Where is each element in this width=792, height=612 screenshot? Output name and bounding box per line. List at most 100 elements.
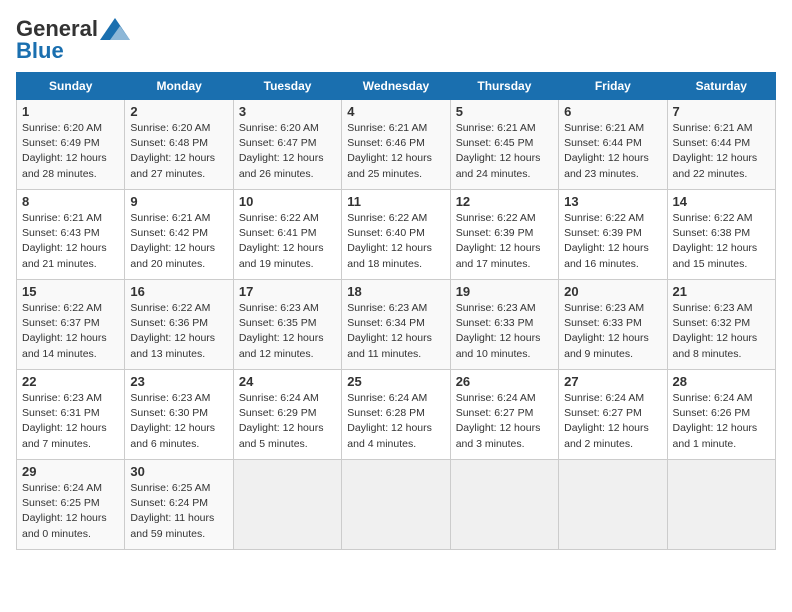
day-number: 22	[22, 374, 119, 389]
day-number: 24	[239, 374, 336, 389]
calendar-cell: 13 Sunrise: 6:22 AM Sunset: 6:39 PM Dayl…	[559, 190, 667, 280]
calendar-cell: 24 Sunrise: 6:24 AM Sunset: 6:29 PM Dayl…	[233, 370, 341, 460]
day-number: 26	[456, 374, 553, 389]
day-info: Sunrise: 6:24 AM Sunset: 6:27 PM Dayligh…	[456, 391, 553, 452]
calendar-week-4: 29 Sunrise: 6:24 AM Sunset: 6:25 PM Dayl…	[17, 460, 776, 550]
day-number: 25	[347, 374, 444, 389]
day-number: 5	[456, 104, 553, 119]
day-info: Sunrise: 6:22 AM Sunset: 6:41 PM Dayligh…	[239, 211, 336, 272]
calendar-cell: 4 Sunrise: 6:21 AM Sunset: 6:46 PM Dayli…	[342, 100, 450, 190]
day-number: 15	[22, 284, 119, 299]
calendar-cell	[667, 460, 775, 550]
day-number: 29	[22, 464, 119, 479]
calendar-table: SundayMondayTuesdayWednesdayThursdayFrid…	[16, 72, 776, 550]
calendar-week-1: 8 Sunrise: 6:21 AM Sunset: 6:43 PM Dayli…	[17, 190, 776, 280]
day-number: 2	[130, 104, 227, 119]
day-info: Sunrise: 6:21 AM Sunset: 6:46 PM Dayligh…	[347, 121, 444, 182]
day-number: 3	[239, 104, 336, 119]
day-info: Sunrise: 6:22 AM Sunset: 6:39 PM Dayligh…	[456, 211, 553, 272]
calendar-cell: 26 Sunrise: 6:24 AM Sunset: 6:27 PM Dayl…	[450, 370, 558, 460]
day-info: Sunrise: 6:23 AM Sunset: 6:30 PM Dayligh…	[130, 391, 227, 452]
calendar-cell: 11 Sunrise: 6:22 AM Sunset: 6:40 PM Dayl…	[342, 190, 450, 280]
day-number: 11	[347, 194, 444, 209]
day-info: Sunrise: 6:21 AM Sunset: 6:44 PM Dayligh…	[673, 121, 770, 182]
calendar-cell: 27 Sunrise: 6:24 AM Sunset: 6:27 PM Dayl…	[559, 370, 667, 460]
calendar-cell: 5 Sunrise: 6:21 AM Sunset: 6:45 PM Dayli…	[450, 100, 558, 190]
calendar-cell: 22 Sunrise: 6:23 AM Sunset: 6:31 PM Dayl…	[17, 370, 125, 460]
calendar-cell	[342, 460, 450, 550]
day-info: Sunrise: 6:24 AM Sunset: 6:26 PM Dayligh…	[673, 391, 770, 452]
day-info: Sunrise: 6:21 AM Sunset: 6:42 PM Dayligh…	[130, 211, 227, 272]
header-saturday: Saturday	[667, 73, 775, 100]
logo: General Blue	[16, 16, 130, 64]
logo-blue: Blue	[16, 38, 64, 64]
calendar-cell: 6 Sunrise: 6:21 AM Sunset: 6:44 PM Dayli…	[559, 100, 667, 190]
logo-icon	[100, 18, 130, 40]
calendar-cell: 3 Sunrise: 6:20 AM Sunset: 6:47 PM Dayli…	[233, 100, 341, 190]
header-wednesday: Wednesday	[342, 73, 450, 100]
day-number: 23	[130, 374, 227, 389]
calendar-cell: 16 Sunrise: 6:22 AM Sunset: 6:36 PM Dayl…	[125, 280, 233, 370]
calendar-week-2: 15 Sunrise: 6:22 AM Sunset: 6:37 PM Dayl…	[17, 280, 776, 370]
day-number: 28	[673, 374, 770, 389]
day-info: Sunrise: 6:22 AM Sunset: 6:40 PM Dayligh…	[347, 211, 444, 272]
calendar-cell	[450, 460, 558, 550]
header-friday: Friday	[559, 73, 667, 100]
day-number: 10	[239, 194, 336, 209]
day-info: Sunrise: 6:25 AM Sunset: 6:24 PM Dayligh…	[130, 481, 227, 542]
day-info: Sunrise: 6:24 AM Sunset: 6:29 PM Dayligh…	[239, 391, 336, 452]
day-info: Sunrise: 6:23 AM Sunset: 6:34 PM Dayligh…	[347, 301, 444, 362]
calendar-cell: 8 Sunrise: 6:21 AM Sunset: 6:43 PM Dayli…	[17, 190, 125, 280]
calendar-cell: 7 Sunrise: 6:21 AM Sunset: 6:44 PM Dayli…	[667, 100, 775, 190]
day-number: 9	[130, 194, 227, 209]
calendar-cell: 20 Sunrise: 6:23 AM Sunset: 6:33 PM Dayl…	[559, 280, 667, 370]
day-info: Sunrise: 6:21 AM Sunset: 6:44 PM Dayligh…	[564, 121, 661, 182]
header-sunday: Sunday	[17, 73, 125, 100]
calendar-cell: 9 Sunrise: 6:21 AM Sunset: 6:42 PM Dayli…	[125, 190, 233, 280]
day-info: Sunrise: 6:22 AM Sunset: 6:37 PM Dayligh…	[22, 301, 119, 362]
calendar-cell: 23 Sunrise: 6:23 AM Sunset: 6:30 PM Dayl…	[125, 370, 233, 460]
day-number: 20	[564, 284, 661, 299]
calendar-cell: 12 Sunrise: 6:22 AM Sunset: 6:39 PM Dayl…	[450, 190, 558, 280]
calendar-cell	[233, 460, 341, 550]
header-monday: Monday	[125, 73, 233, 100]
calendar-cell: 15 Sunrise: 6:22 AM Sunset: 6:37 PM Dayl…	[17, 280, 125, 370]
calendar-cell: 19 Sunrise: 6:23 AM Sunset: 6:33 PM Dayl…	[450, 280, 558, 370]
day-number: 19	[456, 284, 553, 299]
day-info: Sunrise: 6:24 AM Sunset: 6:28 PM Dayligh…	[347, 391, 444, 452]
day-number: 21	[673, 284, 770, 299]
day-number: 6	[564, 104, 661, 119]
header-tuesday: Tuesday	[233, 73, 341, 100]
calendar-cell: 18 Sunrise: 6:23 AM Sunset: 6:34 PM Dayl…	[342, 280, 450, 370]
day-info: Sunrise: 6:20 AM Sunset: 6:47 PM Dayligh…	[239, 121, 336, 182]
calendar-week-0: 1 Sunrise: 6:20 AM Sunset: 6:49 PM Dayli…	[17, 100, 776, 190]
calendar-cell	[559, 460, 667, 550]
day-info: Sunrise: 6:23 AM Sunset: 6:31 PM Dayligh…	[22, 391, 119, 452]
day-number: 13	[564, 194, 661, 209]
day-number: 18	[347, 284, 444, 299]
calendar-cell: 17 Sunrise: 6:23 AM Sunset: 6:35 PM Dayl…	[233, 280, 341, 370]
day-number: 14	[673, 194, 770, 209]
calendar-cell: 2 Sunrise: 6:20 AM Sunset: 6:48 PM Dayli…	[125, 100, 233, 190]
day-info: Sunrise: 6:22 AM Sunset: 6:36 PM Dayligh…	[130, 301, 227, 362]
day-number: 8	[22, 194, 119, 209]
day-number: 30	[130, 464, 227, 479]
calendar-week-3: 22 Sunrise: 6:23 AM Sunset: 6:31 PM Dayl…	[17, 370, 776, 460]
day-number: 7	[673, 104, 770, 119]
day-info: Sunrise: 6:23 AM Sunset: 6:33 PM Dayligh…	[564, 301, 661, 362]
day-number: 27	[564, 374, 661, 389]
day-info: Sunrise: 6:21 AM Sunset: 6:45 PM Dayligh…	[456, 121, 553, 182]
calendar-cell: 28 Sunrise: 6:24 AM Sunset: 6:26 PM Dayl…	[667, 370, 775, 460]
day-info: Sunrise: 6:21 AM Sunset: 6:43 PM Dayligh…	[22, 211, 119, 272]
header-thursday: Thursday	[450, 73, 558, 100]
day-info: Sunrise: 6:24 AM Sunset: 6:27 PM Dayligh…	[564, 391, 661, 452]
calendar-cell: 10 Sunrise: 6:22 AM Sunset: 6:41 PM Dayl…	[233, 190, 341, 280]
day-info: Sunrise: 6:20 AM Sunset: 6:49 PM Dayligh…	[22, 121, 119, 182]
day-info: Sunrise: 6:23 AM Sunset: 6:32 PM Dayligh…	[673, 301, 770, 362]
calendar-cell: 21 Sunrise: 6:23 AM Sunset: 6:32 PM Dayl…	[667, 280, 775, 370]
day-info: Sunrise: 6:23 AM Sunset: 6:35 PM Dayligh…	[239, 301, 336, 362]
day-number: 16	[130, 284, 227, 299]
day-info: Sunrise: 6:20 AM Sunset: 6:48 PM Dayligh…	[130, 121, 227, 182]
day-info: Sunrise: 6:24 AM Sunset: 6:25 PM Dayligh…	[22, 481, 119, 542]
calendar-cell: 1 Sunrise: 6:20 AM Sunset: 6:49 PM Dayli…	[17, 100, 125, 190]
